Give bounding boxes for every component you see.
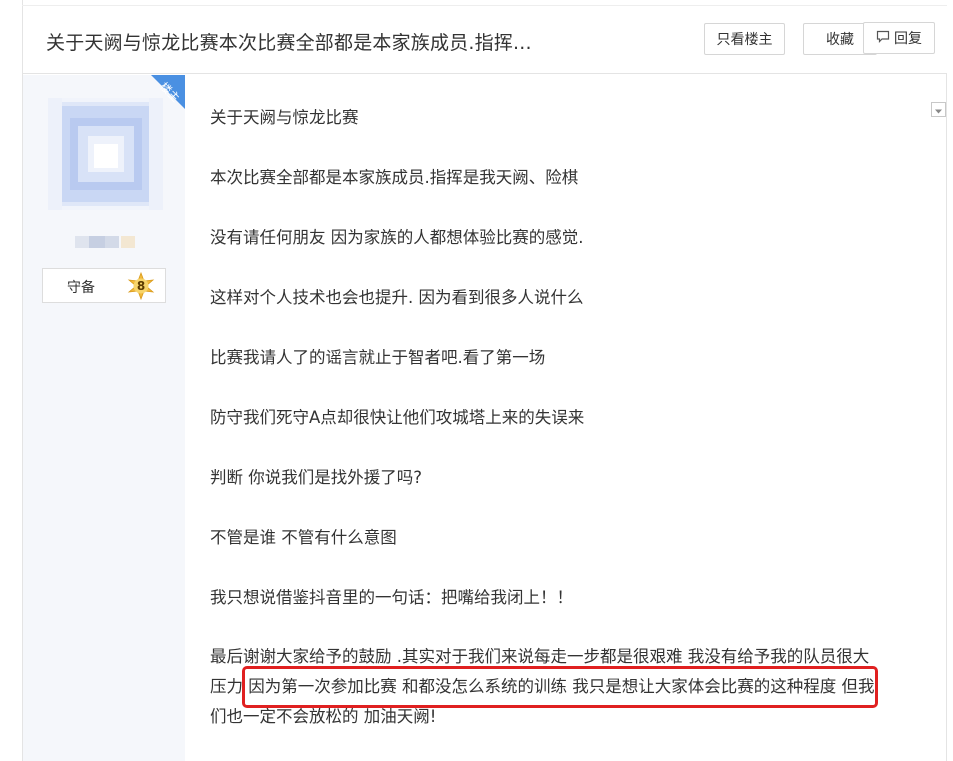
level-number: 8 <box>136 279 146 293</box>
username[interactable] <box>75 234 137 249</box>
post-line: 没有请任何朋友 因为家族的人都想体验比赛的感觉. <box>210 228 584 247</box>
post-line: 本次比赛全部都是本家族成员.指挥是我天阙、险棋 <box>210 168 579 187</box>
thread-title: 关于天阙与惊龙比赛本次比赛全部都是本家族成员.指挥... <box>46 32 532 54</box>
post-line: 这样对个人技术也会也提升. 因为看到很多人说什么 <box>210 288 584 307</box>
post-menu-toggle[interactable] <box>931 102 946 117</box>
post-line: 关于天阙与惊龙比赛 <box>210 108 359 127</box>
only-op-button[interactable]: 只看楼主 <box>704 23 785 55</box>
level-name: 守备 <box>67 280 95 296</box>
reply-button[interactable]: 回复 <box>863 22 935 54</box>
post-line: 不管是谁 不管有什么意图 <box>210 528 397 547</box>
reply-label: 回复 <box>894 31 922 47</box>
op-badge: 楼主 <box>137 75 185 123</box>
outer-right-border <box>946 74 947 761</box>
post-line: 我只想说借鉴抖音里的一句话：把嘴给我闭上！！ <box>210 588 573 607</box>
post-line: 比赛我请人了的谣言就止于智者吧.看了第一场 <box>210 348 546 367</box>
thread-header: 关于天阙与惊龙比赛本次比赛全部都是本家族成员.指挥... 只看楼主 收藏 <box>22 5 947 74</box>
comment-icon <box>876 30 890 47</box>
level-star-icon: 8 <box>127 271 155 301</box>
chevron-down-icon <box>935 109 942 114</box>
highlight-annotation <box>242 666 878 708</box>
post-line: 判断 你说我们是找外援了吗? <box>210 468 423 487</box>
user-level[interactable]: 守备 8 <box>42 268 166 303</box>
post-line: 防守我们死守A点却很快让他们攻城塔上来的失误来 <box>210 408 585 427</box>
